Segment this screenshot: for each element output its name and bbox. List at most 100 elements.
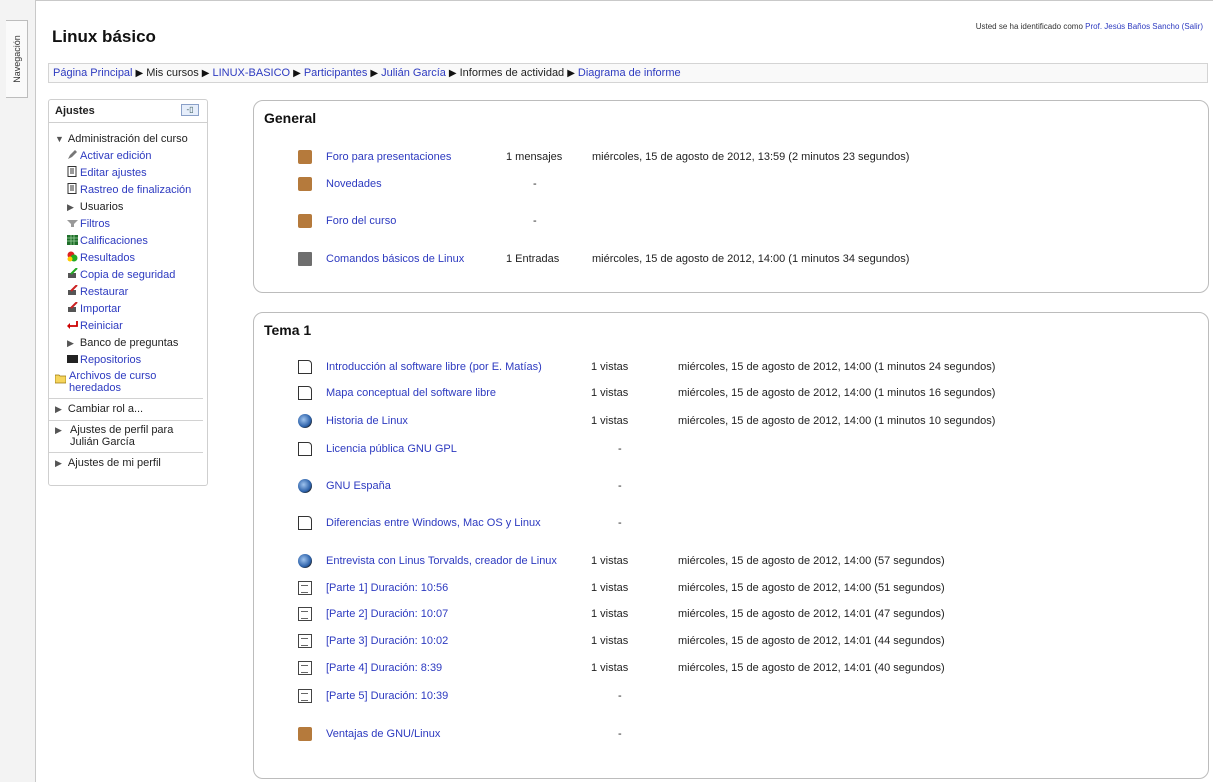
tree-item-banco[interactable]: ▶ Banco de preguntas bbox=[55, 335, 207, 352]
settings-block: Ajustes -▯ ▼ Administración del curso Act… bbox=[48, 99, 208, 486]
activity-link[interactable]: Ventajas de GNU/Linux bbox=[326, 727, 440, 741]
tree-item-repositorios[interactable]: Repositorios bbox=[55, 352, 207, 369]
url-icon bbox=[298, 554, 312, 568]
activity-link[interactable]: [Parte 4] Duración: 8:39 bbox=[326, 661, 442, 675]
breadcrumb-separator-icon: ▶ bbox=[370, 68, 379, 79]
activity-count: 1 vistas bbox=[591, 662, 629, 674]
activity-link[interactable]: Entrevista con Linus Torvalds, creador d… bbox=[326, 554, 557, 568]
tree-item-filtros[interactable]: Filtros bbox=[55, 216, 207, 233]
activity-date: miércoles, 15 de agosto de 2012, 14:00 (… bbox=[678, 361, 996, 373]
reset-icon bbox=[67, 319, 78, 330]
tree-item-label: Filtros bbox=[80, 218, 110, 230]
activity-link[interactable]: Diferencias entre Windows, Mac OS y Linu… bbox=[326, 516, 541, 530]
tree-item-label: Archivos de curso heredados bbox=[69, 370, 157, 394]
tree-item-label: Editar ajustes bbox=[80, 167, 147, 179]
breadcrumb: Página Principal ▶ Mis cursos ▶ LINUX-BASICO… bbox=[48, 63, 1208, 83]
activity-date: miércoles, 15 de agosto de 2012, 14:00 (… bbox=[678, 555, 945, 567]
breadcrumb-separator-icon: ▶ bbox=[201, 68, 210, 79]
tree-item-label: Ajustes de mi perfil bbox=[67, 457, 161, 469]
activity-link[interactable]: Foro para presentaciones bbox=[326, 150, 451, 164]
activity-link[interactable]: [Parte 3] Duración: 10:02 bbox=[326, 634, 448, 648]
tree-item-label: Reiniciar bbox=[80, 320, 123, 332]
activity-date: miércoles, 15 de agosto de 2012, 14:01 (… bbox=[678, 635, 945, 647]
activity-count: 1 vistas bbox=[591, 635, 629, 647]
tree-item-label: Importar bbox=[80, 303, 121, 315]
tree-item-reiniciar[interactable]: Reiniciar bbox=[55, 318, 207, 335]
activity-link[interactable]: [Parte 5] Duración: 10:39 bbox=[326, 689, 448, 703]
tree-item-resultados[interactable]: Resultados bbox=[55, 250, 207, 267]
file-icon bbox=[298, 634, 312, 648]
activity-count: - bbox=[618, 480, 622, 492]
tree-item-label: Rastreo de finalización bbox=[80, 184, 192, 196]
completion-icon bbox=[67, 183, 78, 194]
dock-tab-label: Navegación bbox=[11, 35, 22, 83]
activity-link[interactable]: Licencia pública GNU GPL bbox=[326, 442, 457, 456]
url-icon bbox=[298, 479, 312, 493]
dock-tab-navigation[interactable]: Navegación bbox=[6, 20, 28, 98]
activity-link[interactable]: Foro del curso bbox=[326, 214, 396, 228]
tree-item-cambiar-rol[interactable]: ▶ Cambiar rol a... bbox=[55, 401, 207, 418]
tree-item-label: Usuarios bbox=[79, 201, 124, 213]
breadcrumb-item: Informes de actividad bbox=[459, 67, 565, 79]
breadcrumb-separator-icon: ▶ bbox=[293, 68, 301, 79]
tree-item-activar-edicion[interactable]: Activar edición bbox=[55, 148, 207, 165]
activity-link[interactable]: [Parte 2] Duración: 10:07 bbox=[326, 607, 448, 621]
expand-arrow-icon: ▶ bbox=[67, 202, 74, 212]
activity-link[interactable]: Comandos básicos de Linux bbox=[326, 252, 464, 266]
activity-link[interactable]: [Parte 1] Duración: 10:56 bbox=[326, 581, 448, 595]
file-icon bbox=[298, 689, 312, 703]
activity-link[interactable]: Mapa conceptual del software libre bbox=[326, 386, 496, 400]
forum-icon bbox=[298, 177, 312, 191]
tree-item-rastreo[interactable]: Rastreo de finalización bbox=[55, 182, 207, 199]
logout-link[interactable]: (Salir) bbox=[1182, 22, 1203, 31]
expand-arrow-icon: ▶ bbox=[67, 338, 74, 348]
breadcrumb-item[interactable]: Julián García bbox=[381, 67, 446, 79]
activity-count: 1 vistas bbox=[591, 387, 629, 399]
tree-item-restaurar[interactable]: Restaurar bbox=[55, 284, 207, 301]
settings-block-header: Ajustes -▯ bbox=[49, 100, 207, 123]
breadcrumb-item[interactable]: Diagrama de informe bbox=[578, 67, 681, 79]
section-tema-1: Tema 1 Introducción al software libre (p… bbox=[253, 312, 1209, 779]
tree-item-label: Cambiar rol a... bbox=[67, 403, 144, 415]
login-user-link[interactable]: Prof. Jesús Baños Sancho bbox=[1085, 22, 1179, 31]
collapse-arrow-icon: ▼ bbox=[55, 134, 64, 144]
login-info: Usted se ha identificado como Prof. Jesú… bbox=[976, 22, 1203, 31]
tree-item-usuarios[interactable]: ▶ Usuarios bbox=[55, 199, 207, 216]
tree-item-archivos[interactable]: Archivos de curso heredados bbox=[54, 369, 207, 396]
breadcrumb-separator-icon: ▶ bbox=[135, 68, 144, 79]
activity-link[interactable]: Historia de Linux bbox=[326, 414, 408, 428]
tree-item-course-admin[interactable]: ▼ Administración del curso bbox=[55, 131, 207, 148]
settings-block-title: Ajustes bbox=[55, 105, 95, 117]
edit-icon bbox=[67, 149, 78, 160]
dock-block-icon[interactable]: -▯ bbox=[181, 104, 199, 116]
activity-count: 1 vistas bbox=[591, 361, 629, 373]
grades-icon bbox=[67, 234, 78, 245]
breadcrumb-item[interactable]: Página Principal bbox=[53, 67, 133, 79]
section-title: Tema 1 bbox=[264, 322, 312, 338]
tree-item-label: Calificaciones bbox=[80, 235, 148, 247]
tree-item-editar-ajustes[interactable]: Editar ajustes bbox=[55, 165, 207, 182]
forum-icon bbox=[298, 150, 312, 164]
breadcrumb-item[interactable]: LINUX-BASICO bbox=[212, 67, 290, 79]
tree-item-calificaciones[interactable]: Calificaciones bbox=[55, 233, 207, 250]
tree-item-importar[interactable]: Importar bbox=[55, 301, 207, 318]
activity-count: - bbox=[618, 443, 622, 455]
activity-link[interactable]: Novedades bbox=[326, 177, 382, 191]
page: Usted se ha identificado como Prof. Jesú… bbox=[36, 0, 1213, 783]
tree-item-mi-perfil[interactable]: ▶ Ajustes de mi perfil bbox=[55, 455, 207, 472]
tree-item-label: Administración del curso bbox=[67, 133, 188, 145]
tree-item-label: Repositorios bbox=[80, 354, 142, 366]
activity-date: miércoles, 15 de agosto de 2012, 14:01 (… bbox=[678, 608, 945, 620]
page-icon bbox=[298, 360, 312, 374]
dock-panel: Navegación bbox=[0, 0, 36, 782]
activity-link[interactable]: Introducción al software libre (por E. M… bbox=[326, 360, 542, 374]
activity-count: 1 vistas bbox=[591, 555, 629, 567]
breadcrumb-separator-icon: ▶ bbox=[567, 68, 575, 79]
tree-item-copia[interactable]: Copia de seguridad bbox=[55, 267, 207, 284]
breadcrumb-item[interactable]: Participantes bbox=[304, 67, 368, 79]
activity-link[interactable]: GNU España bbox=[326, 479, 391, 493]
forum-icon bbox=[298, 727, 312, 741]
activity-date: miércoles, 15 de agosto de 2012, 14:01 (… bbox=[678, 662, 945, 674]
breadcrumb-separator-icon: ▶ bbox=[448, 68, 457, 79]
tree-item-perfil-usuario[interactable]: ▶ Ajustes de perfil para Julián García bbox=[55, 423, 207, 450]
